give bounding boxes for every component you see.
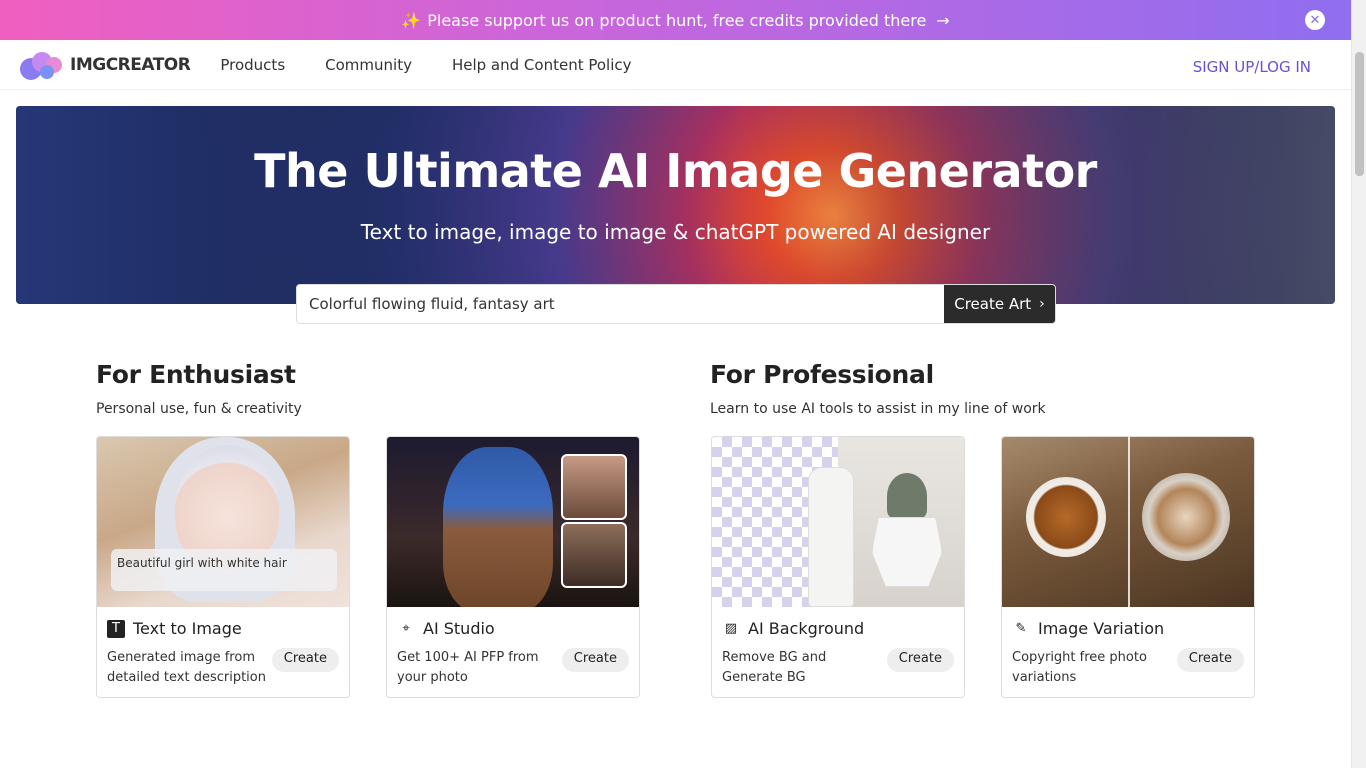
card-desc: Generated image from detailed text descr… (107, 650, 266, 685)
nav-help[interactable]: Help and Content Policy (452, 56, 632, 74)
card-desc: Remove BG and Generate BG (722, 650, 827, 685)
prompt-input[interactable] (297, 285, 944, 323)
sparkle-icon: ✨ (401, 10, 422, 30)
card-image[interactable] (387, 437, 639, 607)
card-desc: Copyright free photo variations (1012, 650, 1147, 685)
section-desc: Personal use, fun & creativity (96, 401, 302, 417)
card-image[interactable] (1002, 437, 1254, 607)
card-image[interactable] (712, 437, 964, 607)
hero-title: The Ultimate AI Image Generator (254, 144, 1097, 198)
create-art-label: Create Art (954, 295, 1032, 313)
card-title: AI Background (748, 619, 865, 638)
card-image-variation[interactable]: ✎ Image Variation Copyright free photo v… (1001, 436, 1255, 698)
section-title: For Professional (710, 360, 934, 389)
create-art-button[interactable]: Create Art › (944, 285, 1055, 323)
section-desc: Learn to use AI tools to assist in my li… (710, 401, 1046, 417)
card-text-to-image[interactable]: Beautiful girl with white hair T Text to… (96, 436, 350, 698)
logo-mark-icon (20, 49, 66, 81)
prompt-search-bar: Create Art › (296, 284, 1056, 324)
nav-links: Products Community Help and Content Poli… (220, 56, 671, 74)
create-button[interactable]: Create (561, 648, 629, 672)
close-icon[interactable]: ✕ (1305, 10, 1325, 30)
card-title: Text to Image (133, 619, 242, 638)
create-button[interactable]: Create (1176, 648, 1244, 672)
card-desc: Get 100+ AI PFP from your photo (397, 650, 539, 685)
promo-text[interactable]: Please support us on product hunt, free … (427, 11, 926, 30)
create-button[interactable]: Create (886, 648, 954, 672)
card-image[interactable]: Beautiful girl with white hair (97, 437, 349, 607)
card-title: AI Studio (423, 619, 495, 638)
hero-banner: The Ultimate AI Image Generator Text to … (16, 106, 1335, 304)
text-icon: T (107, 619, 125, 638)
create-button[interactable]: Create (271, 648, 339, 672)
logo[interactable]: IMGCREATOR (20, 49, 191, 81)
card-title: Image Variation (1038, 619, 1165, 638)
image-caption: Beautiful girl with white hair (111, 549, 337, 591)
edit-icon: ✎ (1015, 621, 1027, 636)
studio-icon: ⌖ (402, 621, 410, 636)
page-scrollbar[interactable] (1351, 0, 1366, 768)
card-ai-studio[interactable]: ⌖ AI Studio Get 100+ AI PFP from your ph… (386, 436, 640, 698)
card-ai-background[interactable]: ▨ AI Background Remove BG and Generate B… (711, 436, 965, 698)
scrollbar-thumb[interactable] (1355, 52, 1364, 176)
arrow-right-icon[interactable]: → (936, 11, 949, 30)
nav-community[interactable]: Community (325, 56, 412, 74)
chevron-right-icon: › (1039, 296, 1045, 312)
section-title: For Enthusiast (96, 360, 296, 389)
hero-subtitle: Text to image, image to image & chatGPT … (360, 220, 991, 244)
section-professional: For Professional Learn to use AI tools t… (710, 360, 1046, 417)
logo-text: IMGCREATOR (70, 54, 191, 75)
background-icon: ▨ (724, 621, 738, 636)
promo-banner[interactable]: ✨ Please support us on product hunt, fre… (0, 0, 1351, 40)
top-nav: IMGCREATOR Products Community Help and C… (0, 40, 1351, 90)
section-enthusiast: For Enthusiast Personal use, fun & creat… (96, 360, 302, 417)
nav-products[interactable]: Products (220, 56, 285, 74)
signup-login-link[interactable]: SIGN UP/LOG IN (1193, 58, 1311, 76)
